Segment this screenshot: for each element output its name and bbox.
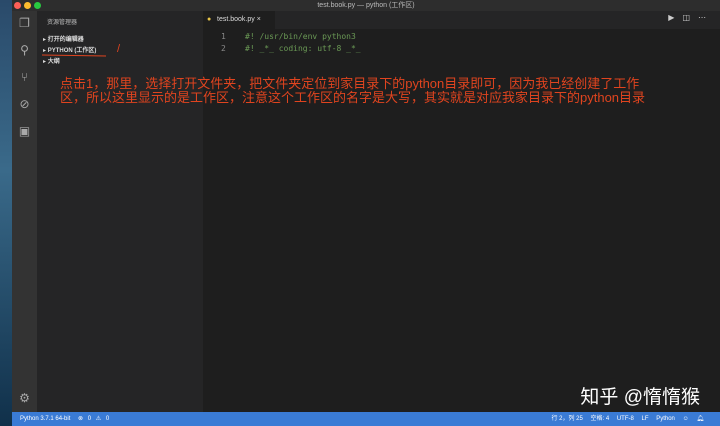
encoding[interactable]: UTF-8 (617, 416, 634, 422)
zoom-window-button[interactable] (34, 2, 41, 9)
bell-icon[interactable]: 🔔︎ (696, 416, 704, 422)
problems-indicator[interactable]: ⊗ 0 ⚠ 0 (78, 416, 112, 422)
python-file-icon: ● (207, 16, 212, 23)
run-icon[interactable]: ▶ (668, 13, 682, 22)
minimize-window-button[interactable] (24, 2, 31, 9)
line-number: 1 (221, 32, 226, 41)
cursor-position[interactable]: 行 2，列 25 (551, 416, 582, 422)
close-window-button[interactable] (14, 2, 21, 9)
code-line: #! /usr/bin/env python3 (245, 32, 356, 41)
code-line: #! _*_ coding: utf-8 _*_ (245, 44, 361, 53)
extensions-icon[interactable]: ▣ (17, 124, 32, 139)
split-editor-icon[interactable]: ◫ (682, 13, 698, 22)
desktop-background (0, 0, 12, 426)
sidebar-title: 资源管理器 (47, 20, 78, 26)
watermark: 知乎 @惰惰猴 (580, 387, 700, 408)
tab-test-book-py[interactable]: ● test.book.py × (203, 11, 275, 29)
explorer-sidebar: 资源管理器 ▸ 打开的编辑器 ▸ PYTHON (工作区) ▸ 大纲 (37, 11, 203, 412)
more-icon[interactable]: ⋯ (698, 13, 714, 22)
status-bar: Python 3.7.1 64-bit ⊗ 0 ⚠ 0 行 2，列 25 空格:… (12, 412, 720, 426)
section-open-editors[interactable]: ▸ 打开的编辑器 (37, 32, 203, 43)
window-title: test.book.py — python (工作区) (317, 2, 415, 9)
line-number: 2 (221, 44, 226, 53)
title-bar: test.book.py — python (工作区) (12, 0, 720, 11)
gear-icon[interactable]: ⚙ (17, 391, 32, 406)
annotation-note: 点击1，那里，选择打开文件夹，把文件夹定位到家目录下的python目录即可，因为… (60, 76, 646, 105)
debug-icon[interactable]: ⊘ (17, 97, 32, 112)
annotation-mark: / (117, 43, 121, 55)
language-mode[interactable]: Python (656, 416, 675, 422)
explorer-icon[interactable]: ❐ (17, 16, 32, 31)
editor-actions: ▶◫⋯ (668, 13, 714, 22)
feedback-icon[interactable]: ☺ (683, 416, 689, 422)
interpreter-selector[interactable]: Python 3.7.1 64-bit (20, 416, 70, 422)
search-icon[interactable]: ⚲ (17, 43, 32, 58)
indentation[interactable]: 空格: 4 (591, 416, 610, 422)
close-tab-icon[interactable]: × (257, 16, 261, 23)
tab-bar: ● test.book.py × (203, 11, 720, 29)
source-control-icon[interactable]: ⑂ (17, 70, 32, 85)
activity-bar: ❐ ⚲ ⑂ ⊘ ▣ ⚙ (12, 11, 37, 412)
eol[interactable]: LF (642, 416, 649, 422)
